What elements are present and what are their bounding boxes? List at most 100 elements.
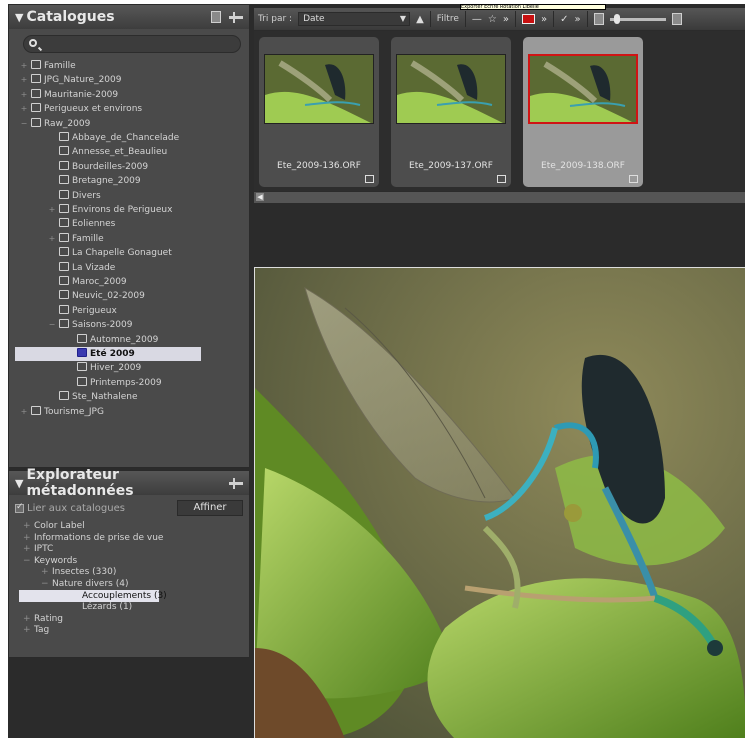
toolbar-separator [514, 11, 516, 27]
image-viewer[interactable] [254, 267, 745, 738]
slider-knob[interactable] [613, 13, 620, 24]
tree-item-label: JPG_Nature_2009 [44, 75, 122, 86]
tree-item[interactable]: Annesse_et_Beaulieu [47, 145, 167, 159]
tree-item[interactable]: Automne_2009 [65, 333, 158, 347]
sort-value: Date [303, 14, 325, 24]
pin-icon[interactable] [229, 477, 243, 489]
metadata-header[interactable]: ▼ Explorateur métadonnées [9, 467, 249, 499]
tree-item[interactable]: + Famille [47, 232, 104, 246]
expand-icon[interactable]: + [19, 59, 29, 73]
tree-item[interactable]: Bretagne_2009 [47, 174, 141, 188]
folder-icon [59, 204, 69, 213]
new-catalog-icon[interactable] [211, 11, 221, 23]
catalogues-header[interactable]: ▼ Catalogues [9, 5, 249, 29]
metadata-item[interactable]: + IPTC [23, 543, 53, 555]
metadata-item-label: Informations de prise de vue [34, 532, 164, 543]
tree-item[interactable]: Ste_Nathalene [47, 390, 138, 404]
tree-item[interactable]: + Environs de Perigueux [47, 203, 172, 217]
scroll-left-icon[interactable]: ◀ [256, 193, 264, 201]
checkmark-icon[interactable]: ✓ [560, 14, 568, 25]
tree-item[interactable]: La Chapelle Gonaguet [47, 246, 172, 260]
tree-item[interactable]: − Saisons-2009 [47, 318, 132, 332]
metadata-item-label: Lézards (1) [82, 602, 133, 613]
tree-item[interactable]: − Raw_2009 [19, 117, 90, 131]
tree-item[interactable]: Abbaye_de_Chancelade [47, 131, 179, 145]
folder-icon [59, 290, 69, 300]
expand-icon[interactable]: + [23, 532, 31, 544]
metadata-item-label: Color Label [34, 521, 85, 531]
tree-item[interactable]: + Famille [19, 59, 76, 73]
tree-item[interactable]: + JPG_Nature_2009 [19, 73, 121, 87]
metadata-item-selected[interactable]: Accouplements (3) [19, 589, 167, 602]
collapse-icon[interactable]: − [47, 318, 57, 332]
metadata-item[interactable]: + Informations de prise de vue [23, 532, 163, 544]
metadata-item[interactable]: − Nature divers (4) [41, 578, 128, 590]
expand-icon[interactable]: + [47, 203, 57, 217]
expand-icon[interactable]: + [23, 520, 31, 532]
tree-item[interactable]: Printemps-2009 [65, 376, 162, 390]
tree-item[interactable]: Perigueux [47, 304, 117, 318]
thumbnail-small-icon[interactable] [593, 13, 604, 25]
metadata-item[interactable]: + Insectes (330) [41, 566, 116, 578]
tree-item[interactable]: Bourdeilles-2009 [47, 160, 148, 174]
tree-item[interactable]: Eoliennes [47, 217, 115, 231]
metadata-item[interactable]: + Tag [23, 624, 49, 636]
collapse-triangle-icon[interactable]: ▼ [15, 477, 23, 490]
tree-item[interactable]: La Vizade [47, 261, 115, 275]
tree-item[interactable]: + Mauritanie-2009 [19, 88, 118, 102]
expand-icon[interactable]: + [19, 102, 29, 116]
folder-icon [59, 319, 69, 329]
metadata-item[interactable]: − Keywords [23, 555, 77, 567]
tree-item[interactable]: + Tourisme_JPG [19, 405, 104, 419]
tree-item[interactable]: + Perigueux et environs [19, 102, 142, 116]
collapse-icon[interactable]: − [41, 578, 49, 590]
tree-item-label: Maroc_2009 [72, 277, 127, 287]
expand-icon[interactable]: + [47, 232, 57, 246]
collapse-icon[interactable]: − [23, 555, 31, 567]
thumbnail-card[interactable]: Ete_2009-137.ORF [391, 37, 511, 187]
tree-item-selected[interactable]: Eté 2009 [15, 347, 201, 361]
folder-icon [59, 247, 69, 257]
folder-icon [59, 132, 69, 141]
catalog-icon [31, 405, 41, 415]
expand-icon[interactable]: + [23, 624, 31, 636]
collapse-triangle-icon[interactable]: ▼ [15, 11, 23, 24]
expand-icon[interactable]: + [23, 613, 31, 625]
sort-order-up-icon[interactable]: ▲ [416, 14, 424, 25]
metadata-item[interactable]: + Color Label [23, 520, 85, 532]
expand-icon[interactable]: + [19, 88, 29, 102]
expand-icon[interactable]: + [23, 543, 31, 555]
star-icon[interactable]: ☆ [488, 14, 497, 25]
thumbnail-card-selected[interactable]: Ete_2009-138.ORF [523, 37, 643, 187]
tree-item[interactable]: Hiver_2009 [65, 361, 141, 375]
collapse-icon[interactable]: − [19, 117, 29, 131]
thumbnail-large-icon[interactable] [671, 13, 682, 25]
tree-item[interactable]: Divers [47, 189, 101, 203]
expand-icon[interactable]: + [19, 405, 29, 419]
thumbnail-size-slider[interactable] [609, 13, 666, 24]
more-chevron-icon[interactable]: » [503, 14, 509, 25]
color-label-icon[interactable] [521, 14, 535, 24]
tree-item[interactable]: Maroc_2009 [47, 275, 127, 289]
metadata-item[interactable]: + Rating [23, 613, 63, 625]
tree-item-label: Abbaye_de_Chancelade [72, 133, 180, 143]
tree-item-label: Environs de Perigueux [72, 205, 173, 215]
pin-icon[interactable] [229, 11, 243, 23]
catalog-search-input[interactable] [23, 35, 241, 53]
tree-item[interactable]: Neuvic_02-2009 [47, 289, 145, 303]
expand-icon[interactable]: + [19, 73, 29, 87]
refine-button[interactable]: Affiner [177, 500, 243, 516]
expand-icon[interactable]: + [41, 566, 49, 578]
more-chevron-icon[interactable]: » [541, 14, 547, 25]
metadata-item[interactable]: Lézards (1) [71, 601, 132, 613]
catalog-icon [31, 88, 41, 98]
rating-none-icon[interactable]: — [472, 14, 482, 25]
thumbnail-image [396, 54, 506, 124]
link-catalogs-checkbox[interactable] [15, 502, 24, 513]
filter-button[interactable]: Filtre [437, 14, 459, 24]
toolbar-separator [586, 11, 588, 27]
thumbnail-scrollbar[interactable]: ◀ [254, 192, 745, 203]
thumbnail-card[interactable]: Ete_2009-136.ORF [259, 37, 379, 187]
sort-select[interactable]: Date ▼ [298, 12, 411, 26]
more-chevron-icon[interactable]: » [574, 14, 580, 25]
